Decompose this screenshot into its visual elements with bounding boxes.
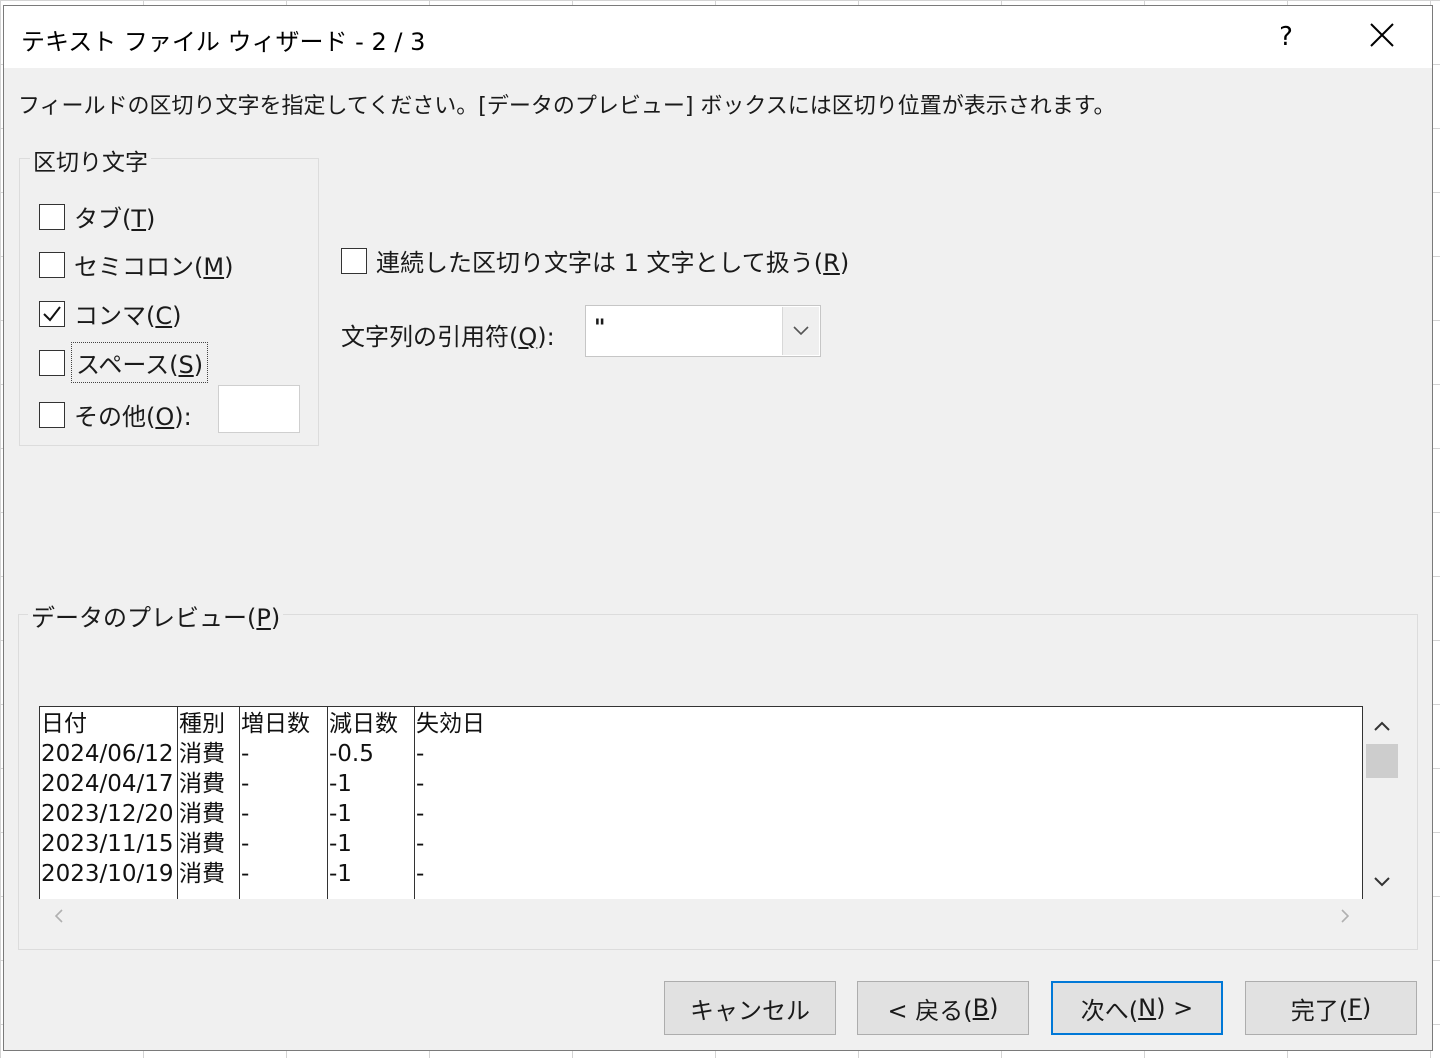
text-qualifier-label: 文字列の引用符(Q):	[341, 323, 555, 351]
tab-checkbox[interactable]	[39, 203, 65, 230]
preview-column-type[interactable]: 種別 消費 消費 消費 消費 消費	[177, 707, 239, 899]
comma-checkbox[interactable]	[39, 300, 65, 327]
space-checkbox-row[interactable]: スペース(S)	[39, 342, 209, 383]
preview-cell: 2023/11/15	[41, 831, 174, 857]
semicolon-checkbox[interactable]	[39, 251, 65, 278]
preview-cell: -1	[329, 771, 352, 797]
preview-cell: 消費	[179, 771, 225, 797]
preview-cell: -1	[329, 861, 352, 887]
scroll-left-icon[interactable]	[47, 901, 71, 931]
other-delimiter-input[interactable]	[218, 385, 300, 433]
instruction-text: フィールドの区切り文字を指定してください。[データのプレビュー] ボックスには区…	[18, 94, 1116, 119]
scroll-down-icon[interactable]	[1364, 868, 1400, 896]
preview-cell: 消費	[179, 801, 225, 827]
preview-cell: 消費	[179, 831, 225, 857]
preview-cell: 消費	[179, 861, 225, 887]
text-import-wizard-dialog: テキスト ファイル ウィザード - 2 / 3 ? フィールドの区切り文字を指定…	[3, 5, 1433, 1051]
tab-label: タブ(T)	[74, 205, 156, 233]
scroll-thumb[interactable]	[1366, 744, 1398, 778]
preview-cell: -0.5	[329, 741, 374, 767]
data-preview-box[interactable]: 日付 2024/06/12 2024/04/17 2023/12/20 2023…	[39, 706, 1363, 899]
other-checkbox-row[interactable]: その他(O):	[39, 397, 192, 432]
preview-cell: -	[416, 861, 425, 887]
preview-cell: -	[241, 861, 250, 887]
preview-cell: 失効日	[416, 711, 485, 737]
text-qualifier-value: "	[594, 316, 606, 341]
preview-cell: -	[241, 801, 250, 827]
finish-button[interactable]: 完了(F)	[1245, 981, 1417, 1035]
preview-cell: 増日数	[241, 711, 310, 737]
scroll-up-icon[interactable]	[1364, 712, 1400, 740]
next-button[interactable]: 次へ(N) >	[1051, 981, 1223, 1035]
preview-cell: 2024/06/12	[41, 741, 174, 767]
delimiters-group: 区切り文字 タブ(T) セミコロン(M) コンマ(C) スペース(S) その他(…	[19, 143, 319, 446]
preview-cell: 2023/12/20	[41, 801, 174, 827]
data-preview-label: データのプレビュー(P)	[28, 598, 284, 633]
preview-cell: 減日数	[329, 711, 398, 737]
cancel-button[interactable]: キャンセル	[664, 981, 836, 1035]
comma-checkbox-row[interactable]: コンマ(C)	[39, 296, 182, 331]
preview-column-added-days[interactable]: 増日数 - - - - -	[239, 707, 327, 899]
preview-cell: -	[241, 771, 250, 797]
consecutive-checkbox-row[interactable]: 連続した区切り文字は 1 文字として扱う(R)	[341, 243, 849, 278]
back-button[interactable]: < 戻る(B)	[857, 981, 1029, 1035]
space-checkbox[interactable]	[39, 349, 65, 376]
preview-cell: -1	[329, 831, 352, 857]
preview-column-date[interactable]: 日付 2024/06/12 2024/04/17 2023/12/20 2023…	[40, 707, 177, 899]
preview-cell: 2023/10/19	[41, 861, 174, 887]
preview-column-expiry-date[interactable]: 失効日 - - - - -	[414, 707, 614, 899]
preview-cell: 種別	[179, 711, 225, 737]
dialog-title: テキスト ファイル ウィザード - 2 / 3	[21, 28, 426, 56]
preview-cell: 2024/04/17	[41, 771, 174, 797]
consecutive-label: 連続した区切り文字は 1 文字として扱う(R)	[376, 249, 850, 277]
preview-cell: -	[416, 831, 425, 857]
close-button[interactable]	[1354, 12, 1410, 62]
consecutive-checkbox[interactable]	[341, 247, 367, 274]
preview-cell: -	[241, 741, 250, 767]
dropdown-button[interactable]	[782, 307, 819, 355]
space-label: スペース(S)	[70, 342, 209, 383]
preview-cell: -	[416, 801, 425, 827]
semicolon-label: セミコロン(M)	[74, 253, 234, 281]
delimiters-group-label: 区切り文字	[30, 143, 151, 177]
comma-label: コンマ(C)	[74, 302, 182, 330]
text-qualifier-select[interactable]: "	[585, 305, 821, 357]
preview-horizontal-scrollbar[interactable]	[39, 901, 1363, 931]
close-icon	[1370, 23, 1394, 47]
preview-cell: -1	[329, 801, 352, 827]
preview-cell: -	[241, 831, 250, 857]
chevron-down-icon	[793, 326, 809, 336]
preview-column-reduced-days[interactable]: 減日数 -0.5 -1 -1 -1 -1	[327, 707, 414, 899]
preview-vertical-scrollbar[interactable]	[1364, 706, 1400, 899]
preview-cell: -	[416, 771, 425, 797]
checkmark-icon	[43, 305, 61, 322]
scroll-right-icon[interactable]	[1333, 901, 1357, 931]
title-bar: テキスト ファイル ウィザード - 2 / 3 ?	[4, 6, 1432, 68]
help-button[interactable]: ?	[1259, 12, 1313, 62]
tab-checkbox-row[interactable]: タブ(T)	[39, 199, 155, 234]
other-checkbox[interactable]	[39, 401, 65, 428]
preview-cell: 日付	[41, 711, 87, 737]
semicolon-checkbox-row[interactable]: セミコロン(M)	[39, 247, 233, 282]
other-label: その他(O):	[74, 403, 192, 431]
preview-cell: -	[416, 741, 425, 767]
preview-cell: 消費	[179, 741, 225, 767]
